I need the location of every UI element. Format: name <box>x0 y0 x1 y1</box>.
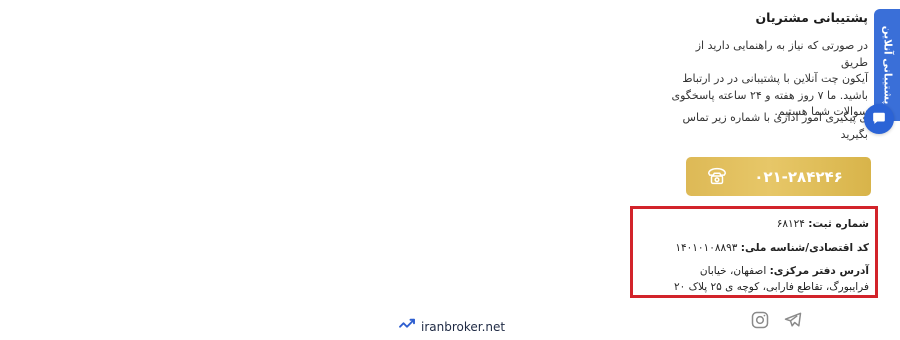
phone-number: ۰۲۱-۲۸۴۲۴۶ <box>754 167 843 186</box>
company-info-box: شماره ثبت: ۶۸۱۲۴ کد اقتصادی/شناسه ملی: ۱… <box>630 206 878 298</box>
address-line-1: اصفهان، خیابان <box>699 265 767 277</box>
address: آدرس دفتر مرکزی: اصفهان، خیابان <box>700 265 869 277</box>
chart-check-icon <box>398 318 416 335</box>
address-line-2: فرایبورگ، تقاطع فارابی، کوچه ی ۲۵ پلاک ۲… <box>673 281 869 293</box>
registration-label: شماره ثبت: <box>808 218 869 230</box>
admin-contact-line: ی پیگیری امور اداری با شماره زیر تماس <box>682 111 868 124</box>
economic-code: کد اقتصادی/شناسه ملی: ۱۴۰۱۰۱۰۸۸۹۳ <box>675 242 869 254</box>
brand-name: iranbroker.net <box>421 319 506 334</box>
support-description: در صورتی که نیاز به راهنمایی دارید از طر… <box>668 38 869 121</box>
economic-code-value: ۱۴۰۱۰۱۰۸۸۹۳ <box>675 242 738 254</box>
support-description-line: آیکون چت آنلاین با پشتیبانی در در ارتباط <box>682 72 868 85</box>
phone-call-button[interactable]: ۰۲۱-۲۸۴۲۴۶ <box>686 157 871 196</box>
support-description-line: در صورتی که نیاز به راهنمایی دارید از طر… <box>695 39 868 69</box>
address-label: آدرس دفتر مرکزی: <box>769 265 869 277</box>
chat-icon <box>872 110 886 129</box>
economic-code-label: کد اقتصادی/شناسه ملی: <box>740 242 869 254</box>
registration-number: شماره ثبت: ۶۸۱۲۴ <box>777 218 869 230</box>
registration-value: ۶۸۱۲۴ <box>776 218 805 230</box>
admin-contact-line: بگیرید <box>840 127 868 141</box>
brand-logo[interactable]: iranbroker.net <box>398 318 505 335</box>
support-description-line: باشید. ما ۷ روز هفته و ۲۴ ساعته پاسخگوی <box>671 88 869 102</box>
admin-contact-text: ی پیگیری امور اداری با شماره زیر تماس بگ… <box>668 110 868 143</box>
chat-button[interactable] <box>864 104 894 134</box>
online-support-label: پشتیبانی آنلاین <box>881 25 893 105</box>
support-heading: پشتیبانی مشتریان <box>755 10 869 25</box>
instagram-icon[interactable] <box>750 310 770 334</box>
telegram-icon[interactable] <box>783 310 803 334</box>
phone-icon <box>706 165 728 191</box>
